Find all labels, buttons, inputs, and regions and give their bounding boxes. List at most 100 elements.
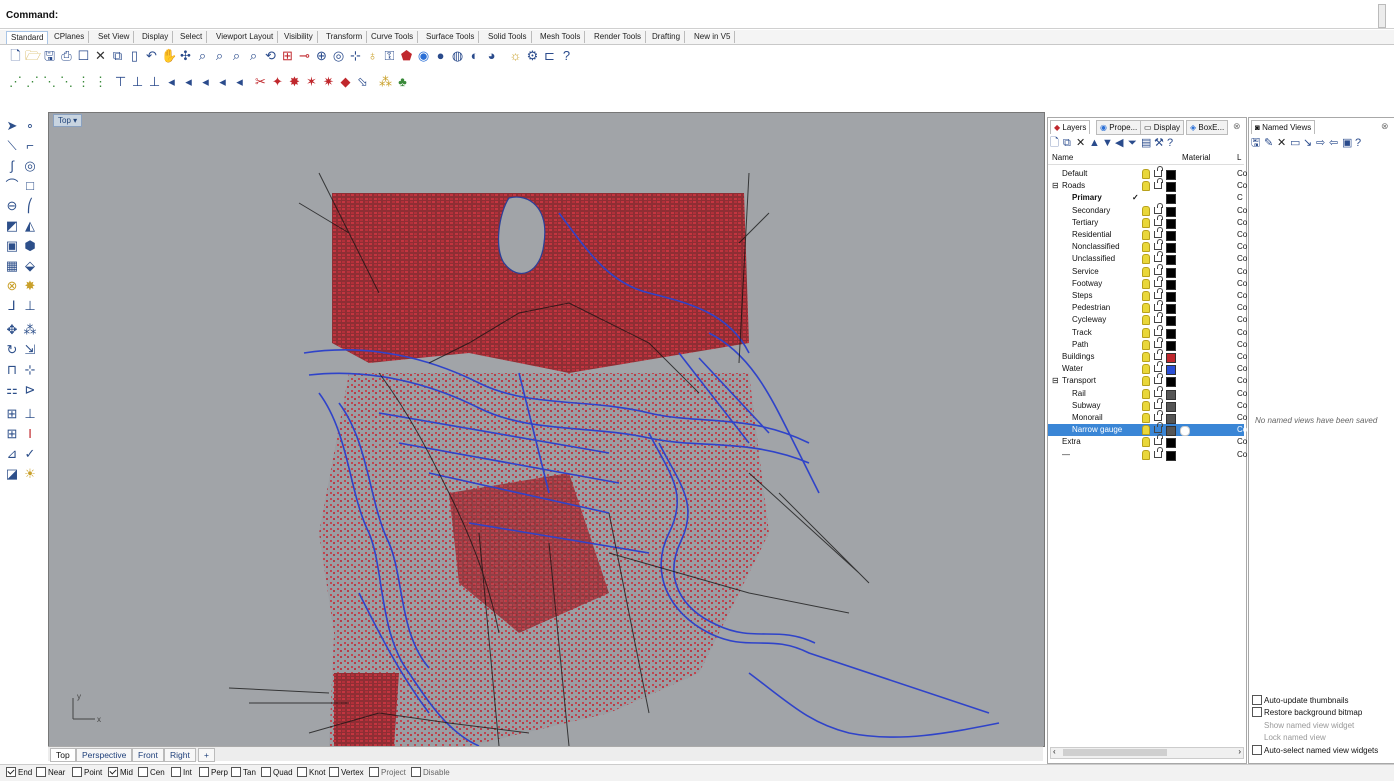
- layer-name[interactable]: Subway: [1072, 400, 1100, 412]
- osnap-checkbox[interactable]: [369, 767, 379, 777]
- layer-name[interactable]: Transport: [1062, 375, 1096, 387]
- layer-row[interactable]: Secondary Co: [1048, 202, 1247, 217]
- lock-icon[interactable]: [1154, 263, 1163, 275]
- zoom-extents-icon[interactable]: ⌕: [229, 48, 244, 63]
- layer-color-swatch[interactable]: [1166, 255, 1176, 266]
- visibility-bulb-icon[interactable]: [1142, 266, 1150, 277]
- tab-display[interactable]: Display: [138, 31, 174, 43]
- move-down-icon[interactable]: ▼: [1102, 136, 1113, 150]
- layer-row[interactable]: Residential Co: [1048, 227, 1247, 241]
- layer-color-swatch[interactable]: [1166, 243, 1176, 254]
- arc-icon[interactable]: ⌒: [4, 178, 20, 194]
- tab-perspective-view[interactable]: Perspective: [76, 748, 133, 762]
- layer-row[interactable]: Unclassified Co: [1048, 251, 1247, 266]
- surface-icon[interactable]: ◩: [4, 218, 20, 234]
- grid-point-2-icon[interactable]: ⋮: [93, 74, 108, 89]
- visibility-bulb-icon[interactable]: [1142, 217, 1150, 228]
- osnap-checkbox[interactable]: [231, 767, 241, 777]
- zoom-icon[interactable]: ⌕: [195, 48, 210, 63]
- point-2-icon[interactable]: ⋰: [25, 74, 40, 89]
- cut-icon[interactable]: ✕: [93, 48, 108, 63]
- rotate-view-icon[interactable]: ✣: [178, 48, 193, 63]
- edit-view-icon[interactable]: ✎: [1264, 136, 1273, 150]
- expand-collapse-icon[interactable]: ⊟: [1052, 180, 1059, 192]
- move-icon[interactable]: ✥: [4, 322, 20, 338]
- arrow-left-icon[interactable]: ◂: [164, 74, 179, 89]
- delete-layer-icon[interactable]: ✕: [1076, 136, 1085, 150]
- layer-row[interactable]: Default Co: [1048, 166, 1247, 180]
- layer-name[interactable]: Extra: [1062, 436, 1081, 448]
- lock-icon[interactable]: ⚿: [382, 48, 397, 63]
- tab-render-tools[interactable]: Render Tools: [590, 31, 646, 43]
- lock-icon[interactable]: [1154, 166, 1163, 177]
- text-icon[interactable]: I: [22, 426, 38, 442]
- print-icon[interactable]: ⎙: [59, 48, 74, 63]
- lock-icon[interactable]: [1154, 202, 1163, 214]
- linetype-cell[interactable]: Co: [1237, 253, 1247, 265]
- layer-row[interactable]: — Co: [1048, 446, 1247, 461]
- layer-row[interactable]: Rail Co: [1048, 385, 1247, 400]
- arrow-left-4-icon[interactable]: ◂: [215, 74, 230, 89]
- align-top-icon[interactable]: ⊤: [113, 74, 128, 89]
- ellipse-icon[interactable]: ⊖: [4, 198, 20, 214]
- layer-row[interactable]: Water Co: [1048, 361, 1247, 376]
- layer-color-swatch[interactable]: [1166, 206, 1176, 217]
- layer-color-swatch[interactable]: [1166, 170, 1176, 180]
- visibility-bulb-icon[interactable]: [1142, 449, 1150, 460]
- linetype-cell[interactable]: Co: [1237, 388, 1247, 400]
- scale-icon[interactable]: ⇲: [22, 342, 38, 358]
- layer-color-swatch[interactable]: [1166, 353, 1176, 363]
- command-scrollbar[interactable]: [1378, 4, 1386, 28]
- panel-close-icon[interactable]: ⊗: [1233, 121, 1241, 132]
- tab-mesh-tools[interactable]: Mesh Tools: [536, 31, 586, 43]
- osnap-cen[interactable]: Cen: [138, 767, 165, 778]
- zoom-selected-icon[interactable]: ⌕: [246, 48, 261, 63]
- tab-named-views[interactable]: ◙ Named Views: [1251, 120, 1316, 134]
- tools-icon[interactable]: ⚒: [1154, 136, 1164, 150]
- layer-name[interactable]: Steps: [1072, 290, 1092, 302]
- lock-icon[interactable]: [1154, 385, 1163, 397]
- lock-icon[interactable]: [1154, 446, 1163, 458]
- grid-point-icon[interactable]: ⋮: [76, 74, 91, 89]
- osnap-disable[interactable]: Disable: [411, 767, 450, 778]
- loft-icon[interactable]: ◭: [22, 218, 38, 234]
- visibility-bulb-icon[interactable]: [1142, 364, 1150, 375]
- scroll-left-icon[interactable]: ‹: [1053, 747, 1056, 756]
- tab-cplanes[interactable]: CPlanes: [50, 31, 90, 43]
- linetype-cell[interactable]: Co: [1237, 180, 1247, 192]
- named-view-option[interactable]: Auto-select named view widgets: [1252, 744, 1378, 756]
- tab-boxedit[interactable]: ◈ BoxE...: [1186, 120, 1229, 135]
- layer-color-swatch[interactable]: [1166, 365, 1176, 376]
- save-icon[interactable]: 🖫: [42, 48, 57, 63]
- linetype-cell[interactable]: Co: [1237, 217, 1247, 229]
- lock-icon[interactable]: [1154, 361, 1163, 373]
- linetype-cell[interactable]: Co: [1237, 436, 1247, 448]
- ruler-icon[interactable]: ⊥: [22, 406, 38, 422]
- gumball-icon[interactable]: ♣: [395, 74, 410, 89]
- shaded-sphere-icon[interactable]: ◍: [450, 48, 465, 63]
- layer-color-swatch[interactable]: [1166, 389, 1176, 400]
- layer-color-swatch[interactable]: [1166, 292, 1176, 302]
- osnap-perp[interactable]: Perp: [199, 767, 228, 778]
- check-icon[interactable]: ⊿: [4, 446, 20, 462]
- visibility-bulb-icon[interactable]: [1142, 425, 1150, 436]
- grid-icon[interactable]: ⊞: [4, 406, 20, 422]
- layer-row[interactable]: Service Co: [1048, 263, 1247, 278]
- tab-transform[interactable]: Transform: [322, 31, 368, 43]
- mesh-icon[interactable]: ▦: [4, 258, 20, 274]
- select-icon[interactable]: ◎: [331, 48, 346, 63]
- visibility-bulb-icon[interactable]: [1142, 388, 1150, 399]
- mirror-icon[interactable]: ⊓: [4, 362, 20, 378]
- lock-icon[interactable]: [1154, 214, 1163, 226]
- lock-icon[interactable]: [1154, 336, 1163, 348]
- lock-icon[interactable]: [1154, 434, 1163, 446]
- paste-icon[interactable]: ▯: [127, 48, 142, 63]
- light-icon[interactable]: ☼: [508, 48, 523, 63]
- layer-row[interactable]: Extra Co: [1048, 434, 1247, 449]
- linetype-cell[interactable]: Co: [1237, 327, 1247, 339]
- layer-color-swatch[interactable]: [1166, 414, 1176, 424]
- lock-icon[interactable]: [1154, 312, 1163, 324]
- layer-name[interactable]: Primary: [1072, 192, 1102, 204]
- tab-layers[interactable]: ◆ Layers: [1050, 120, 1091, 134]
- tab-top-view[interactable]: Top: [50, 748, 76, 762]
